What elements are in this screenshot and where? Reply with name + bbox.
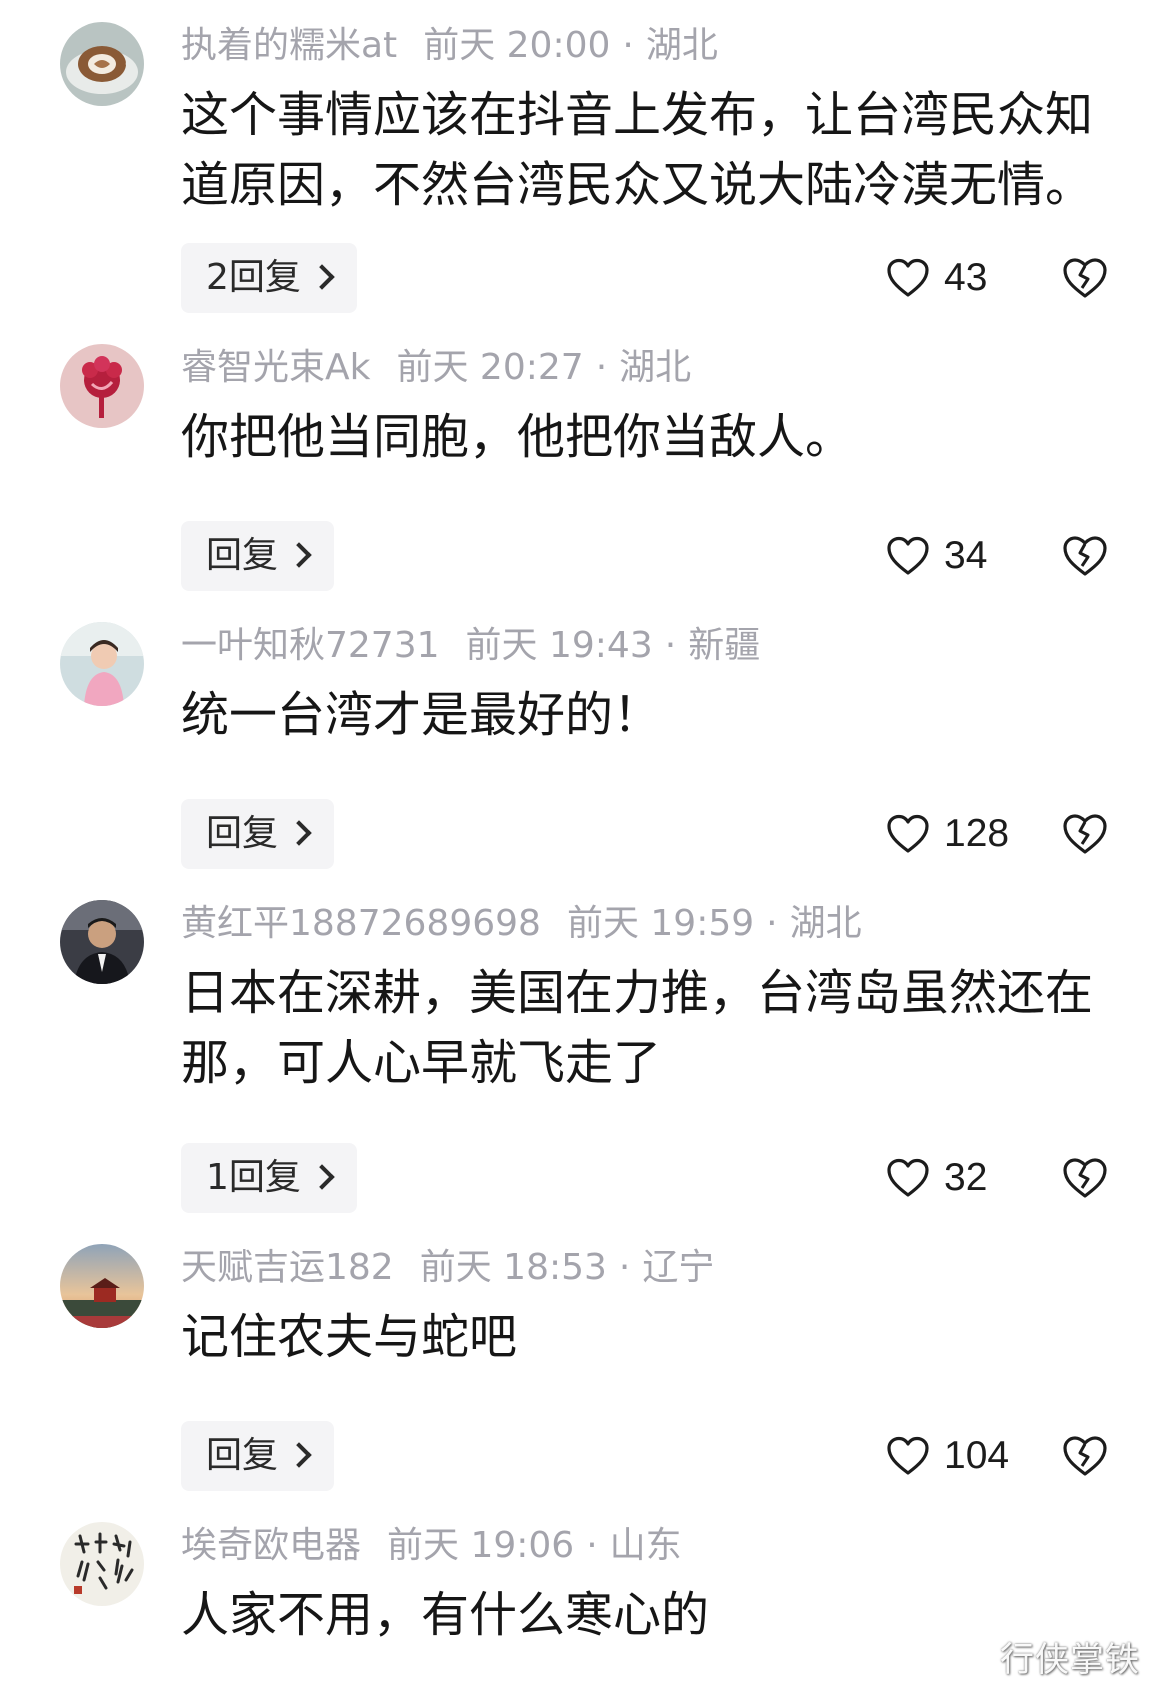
location: 湖北 (619, 347, 692, 388)
broken-heart-icon (1063, 258, 1107, 298)
comment-meta: 黄红平18872689698 前天 19:59 · 湖北 (181, 898, 862, 950)
watermark: 行侠掌铁 (1000, 1640, 1140, 1680)
like-button[interactable]: 128 (886, 799, 1009, 869)
like-button[interactable]: 32 (886, 1143, 987, 1213)
reply-button[interactable]: 2回复 (181, 243, 357, 313)
reply-label: 1回复 (206, 1157, 301, 1198)
comment-meta: 执着的糯米at 前天 20:00 · 湖北 (181, 20, 718, 72)
timestamp: 前天 19:06 (387, 1525, 575, 1566)
dislike-button[interactable] (1061, 799, 1109, 869)
dislike-button[interactable] (1061, 1143, 1109, 1213)
broken-heart-icon (1063, 814, 1107, 854)
username[interactable]: 埃奇欧电器 (181, 1525, 361, 1566)
reply-button[interactable]: 1回复 (181, 1143, 357, 1213)
reply-label: 回复 (206, 535, 279, 576)
timestamp: 前天 18:53 (419, 1247, 607, 1288)
avatar[interactable] (60, 344, 144, 428)
username[interactable]: 执着的糯米at (181, 25, 397, 66)
chevron-right-icon (286, 542, 312, 568)
location: 湖北 (645, 25, 718, 66)
username[interactable]: 一叶知秋72731 (181, 625, 440, 666)
like-count: 32 (944, 1156, 988, 1199)
comment-text: 这个事情应该在抖音上发布，让台湾民众知道原因，不然台湾民众又说大陆冷漠无情。 (181, 87, 1094, 213)
reply-label: 回复 (206, 1435, 279, 1476)
location: 湖北 (789, 903, 862, 944)
separator-dot: · (664, 625, 677, 666)
chevron-right-icon (309, 264, 335, 290)
chevron-right-icon (286, 1442, 312, 1468)
location: 山东 (609, 1525, 682, 1566)
chevron-right-icon (309, 1164, 335, 1190)
timestamp: 前天 20:27 (396, 347, 584, 388)
comment-text: 日本在深耕，美国在力推，台湾岛虽然还在那，可人心早就飞走了 (181, 965, 1094, 1091)
avatar[interactable] (60, 1244, 144, 1328)
reply-button[interactable]: 回复 (181, 799, 335, 869)
location: 辽宁 (642, 1247, 715, 1288)
separator-dot: · (622, 25, 634, 66)
timestamp: 前天 20:00 (423, 25, 611, 66)
timestamp: 前天 19:43 (465, 625, 653, 666)
separator-dot: · (618, 1247, 631, 1288)
reply-button[interactable]: 回复 (181, 521, 335, 591)
heart-outline-icon (887, 814, 929, 853)
like-count: 34 (944, 534, 988, 577)
reply-button[interactable]: 回复 (181, 1421, 335, 1491)
separator-dot: · (586, 1525, 598, 1566)
comment-text: 记住农夫与蛇吧 (181, 1309, 518, 1365)
like-button[interactable]: 43 (886, 243, 987, 313)
separator-dot: · (595, 347, 608, 388)
heart-outline-icon (887, 258, 929, 297)
broken-heart-icon (1063, 536, 1107, 576)
location: 新疆 (688, 625, 761, 666)
dislike-button[interactable] (1061, 243, 1109, 313)
comment-text: 人家不用，有什么寒心的 (181, 1587, 710, 1643)
heart-outline-icon (887, 536, 929, 575)
broken-heart-icon (1063, 1158, 1107, 1198)
reply-label: 2回复 (206, 257, 301, 298)
username[interactable]: 天赋吉运182 (181, 1247, 394, 1288)
comment-text: 你把他当同胞，他把你当敌人。 (181, 409, 854, 465)
heart-outline-icon (887, 1436, 929, 1475)
username[interactable]: 睿智光束Ak (181, 347, 370, 388)
comment-text: 统一台湾才是最好的！ (181, 687, 662, 743)
avatar[interactable] (60, 1522, 144, 1606)
separator-dot: · (766, 903, 778, 944)
dislike-button[interactable] (1061, 1421, 1109, 1491)
like-count: 43 (944, 256, 988, 299)
comment-meta: 一叶知秋72731 前天 19:43 · 新疆 (181, 620, 760, 672)
reply-label: 回复 (206, 813, 279, 854)
username[interactable]: 黄红平18872689698 (181, 903, 541, 944)
heart-outline-icon (887, 1158, 929, 1197)
comment-meta: 睿智光束Ak 前天 20:27 · 湖北 (181, 342, 691, 394)
broken-heart-icon (1063, 1436, 1107, 1476)
like-count: 128 (944, 812, 1010, 855)
avatar[interactable] (60, 622, 144, 706)
comment-meta: 天赋吉运182 前天 18:53 · 辽宁 (181, 1242, 714, 1294)
like-button[interactable]: 104 (886, 1421, 1009, 1491)
comment-meta: 埃奇欧电器 前天 19:06 · 山东 (181, 1520, 682, 1572)
chevron-right-icon (286, 820, 312, 846)
avatar[interactable] (60, 900, 144, 984)
like-button[interactable]: 34 (886, 521, 987, 591)
like-count: 104 (944, 1434, 1010, 1477)
dislike-button[interactable] (1061, 521, 1109, 591)
avatar[interactable] (60, 22, 144, 106)
timestamp: 前天 19:59 (566, 903, 755, 944)
